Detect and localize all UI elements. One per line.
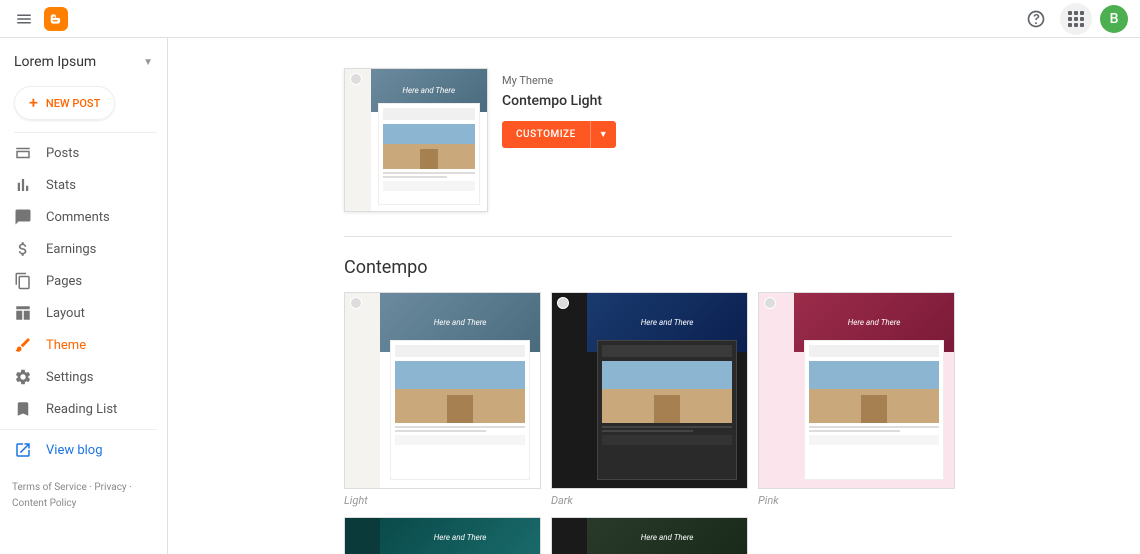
nav-label: Layout <box>46 306 85 321</box>
theme-card-pink: Here and There Pink <box>758 292 955 507</box>
current-theme-name: Contempo Light <box>502 93 616 109</box>
app-header: B <box>0 0 1140 38</box>
nav-label: Stats <box>46 178 76 193</box>
current-theme-preview[interactable]: Here and There <box>344 68 488 212</box>
sidebar-nav: Posts Stats Comments Earnings Pages Layo… <box>0 137 167 466</box>
new-post-button[interactable]: + NEW POST <box>14 86 115 120</box>
my-theme-section: Here and There My Theme Contempo Light C… <box>344 68 1140 212</box>
sidebar-divider <box>0 429 157 430</box>
sidebar-item-posts[interactable]: Posts <box>0 137 167 169</box>
menu-button[interactable] <box>12 7 36 31</box>
sidebar-item-settings[interactable]: Settings <box>0 361 167 393</box>
help-icon <box>1026 9 1046 29</box>
privacy-link[interactable]: Privacy <box>94 482 126 493</box>
posts-icon <box>14 144 32 162</box>
sidebar-item-view-blog[interactable]: View blog <box>0 434 167 466</box>
stats-icon <box>14 176 32 194</box>
theme-thumb[interactable]: Here and There <box>344 292 541 489</box>
new-post-label: NEW POST <box>46 97 100 110</box>
sidebar-footer: Terms of Service · Privacy · Content Pol… <box>0 472 167 520</box>
app-container: Lorem Ipsum ▼ + NEW POST Posts Stats Com… <box>0 38 1140 554</box>
sidebar-divider <box>14 132 157 133</box>
nav-label: Posts <box>46 146 79 161</box>
customize-dropdown-button[interactable]: ▼ <box>590 121 616 148</box>
sidebar-item-comments[interactable]: Comments <box>0 201 167 233</box>
header-left <box>12 7 68 31</box>
hamburger-icon <box>15 10 33 28</box>
theme-info: My Theme Contempo Light CUSTOMIZE ▼ <box>502 68 616 212</box>
theme-thumb[interactable]: Here and There <box>758 292 955 489</box>
theme-caption: Pink <box>758 494 955 507</box>
pages-icon <box>14 272 32 290</box>
nav-label: Pages <box>46 274 82 289</box>
theme-thumb[interactable]: Here and There <box>551 292 748 489</box>
nav-label: Earnings <box>46 242 96 257</box>
reading-list-icon <box>14 400 32 418</box>
customize-button-group: CUSTOMIZE ▼ <box>502 121 616 148</box>
nav-label: Theme <box>46 338 86 353</box>
my-theme-label: My Theme <box>502 74 616 87</box>
theme-caption: Dark <box>551 494 748 507</box>
blog-selector[interactable]: Lorem Ipsum ▼ <box>0 48 167 80</box>
sidebar-item-stats[interactable]: Stats <box>0 169 167 201</box>
theme-card-teal: Here and There <box>344 517 541 554</box>
content-policy-link[interactable]: Content Policy <box>12 498 76 509</box>
theme-thumb[interactable]: Here and There <box>344 517 541 554</box>
sidebar-item-layout[interactable]: Layout <box>0 297 167 329</box>
account-avatar[interactable]: B <box>1100 5 1128 33</box>
sidebar-item-reading-list[interactable]: Reading List <box>0 393 167 425</box>
earnings-icon <box>14 240 32 258</box>
sidebar-item-theme[interactable]: Theme <box>0 329 167 361</box>
header-right: B <box>1020 3 1128 35</box>
sidebar-item-pages[interactable]: Pages <box>0 265 167 297</box>
open-external-icon <box>14 441 32 459</box>
layout-icon <box>14 304 32 322</box>
help-button[interactable] <box>1020 3 1052 35</box>
theme-thumb[interactable]: Here and There <box>551 517 748 554</box>
customize-button[interactable]: CUSTOMIZE <box>502 121 590 148</box>
blogger-icon <box>49 12 63 26</box>
section-title: Contempo <box>344 257 1140 278</box>
theme-card-dark: Here and There Dark <box>551 292 748 507</box>
theme-grid: Here and There Light <box>344 292 964 554</box>
blogger-logo[interactable] <box>44 7 68 31</box>
settings-icon <box>14 368 32 386</box>
terms-link[interactable]: Terms of Service <box>12 482 87 493</box>
apps-button[interactable] <box>1060 3 1092 35</box>
nav-label: View blog <box>46 443 103 458</box>
sidebar-item-earnings[interactable]: Earnings <box>0 233 167 265</box>
comments-icon <box>14 208 32 226</box>
chevron-down-icon: ▼ <box>143 57 153 68</box>
plus-icon: + <box>29 95 38 111</box>
theme-icon <box>14 336 32 354</box>
nav-label: Comments <box>46 210 110 225</box>
nav-label: Settings <box>46 370 93 385</box>
apps-icon <box>1068 11 1084 27</box>
blog-name: Lorem Ipsum <box>14 54 96 70</box>
sidebar: Lorem Ipsum ▼ + NEW POST Posts Stats Com… <box>0 38 168 554</box>
main-content: Here and There My Theme Contempo Light C… <box>168 38 1140 554</box>
section-divider <box>344 236 952 237</box>
theme-card-foliage: Here and There <box>551 517 748 554</box>
theme-card-light: Here and There Light <box>344 292 541 507</box>
theme-caption: Light <box>344 494 541 507</box>
nav-label: Reading List <box>46 402 117 417</box>
